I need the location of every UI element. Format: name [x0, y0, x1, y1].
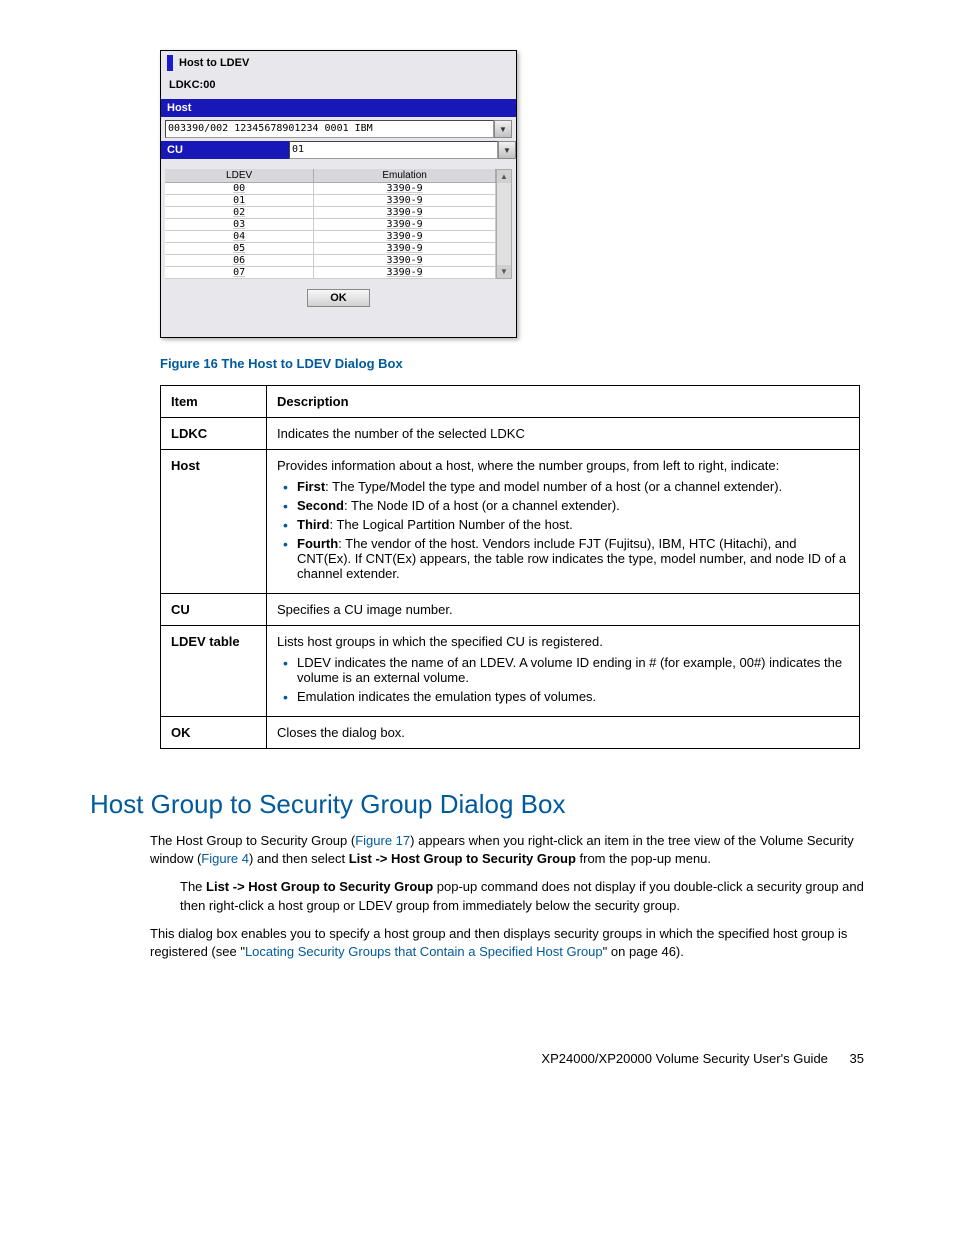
table-row[interactable]: 073390-9 [165, 267, 496, 279]
desc-cu: Specifies a CU image number. [267, 594, 860, 626]
item-host: Host [161, 450, 267, 594]
desc-host: Provides information about a host, where… [267, 450, 860, 594]
page-footer: XP24000/XP20000 Volume Security User's G… [90, 1051, 864, 1066]
table-row: LDEV table Lists host groups in which th… [161, 626, 860, 717]
ldkc-label: LDKC:00 [161, 75, 516, 99]
list-item: Second: The Node ID of a host (or a chan… [297, 498, 849, 513]
table-row: OK Closes the dialog box. [161, 717, 860, 749]
item-cu: CU [161, 594, 267, 626]
emulation-col-header: Emulation [314, 169, 496, 183]
cu-select-value: 01 [289, 141, 498, 159]
cu-select-row[interactable]: 01 ▼ [289, 141, 516, 159]
host-header: Host [161, 99, 516, 117]
scrollbar[interactable]: ▲ ▼ [496, 169, 512, 279]
dropdown-icon[interactable]: ▼ [498, 141, 516, 159]
dropdown-icon[interactable]: ▼ [494, 120, 512, 138]
table-row[interactable]: 063390-9 [165, 255, 496, 267]
table-row[interactable]: 013390-9 [165, 195, 496, 207]
link-figure4[interactable]: Figure 4 [201, 851, 249, 866]
table-row: Host Provides information about a host, … [161, 450, 860, 594]
host-select-row[interactable]: 003390/002 12345678901234 0001 IBM ▼ [161, 117, 516, 141]
ok-button[interactable]: OK [307, 289, 370, 307]
cu-header: CU [161, 141, 289, 159]
desc-ok: Closes the dialog box. [267, 717, 860, 749]
link-figure17[interactable]: Figure 17 [355, 833, 410, 848]
dialog-title: Host to LDEV [179, 57, 249, 69]
table-row[interactable]: 053390-9 [165, 243, 496, 255]
ldev-col-header: LDEV [165, 169, 314, 183]
item-ldev-table: LDEV table [161, 626, 267, 717]
host-to-ldev-dialog: Host to LDEV LDKC:00 Host 003390/002 123… [160, 50, 517, 338]
body-paragraph: This dialog box enables you to specify a… [150, 925, 864, 961]
description-table: Item Description LDKC Indicates the numb… [160, 385, 860, 749]
link-locating-security-groups[interactable]: Locating Security Groups that Contain a … [245, 944, 603, 959]
item-ldkc: LDKC [161, 418, 267, 450]
list-item: First: The Type/Model the type and model… [297, 479, 849, 494]
table-row[interactable]: 043390-9 [165, 231, 496, 243]
table-row[interactable]: 033390-9 [165, 219, 496, 231]
item-ok: OK [161, 717, 267, 749]
desc-col-description: Description [267, 386, 860, 418]
section-heading: Host Group to Security Group Dialog Box [90, 789, 864, 820]
desc-col-item: Item [161, 386, 267, 418]
table-row[interactable]: 003390-9 [165, 183, 496, 195]
body-paragraph-note: The List -> Host Group to Security Group… [180, 878, 864, 914]
dialog-titlebar: Host to LDEV [161, 51, 516, 75]
desc-ldev-table: Lists host groups in which the specified… [267, 626, 860, 717]
body-paragraph: The Host Group to Security Group (Figure… [150, 832, 864, 868]
desc-ldkc: Indicates the number of the selected LDK… [267, 418, 860, 450]
footer-title: XP24000/XP20000 Volume Security User's G… [541, 1051, 827, 1066]
scroll-down-icon[interactable]: ▼ [497, 265, 511, 278]
list-item: Fourth: The vendor of the host. Vendors … [297, 536, 849, 581]
page-number: 35 [850, 1051, 864, 1066]
table-row: CU Specifies a CU image number. [161, 594, 860, 626]
host-select-value: 003390/002 12345678901234 0001 IBM [165, 120, 494, 138]
list-item: Emulation indicates the emulation types … [297, 689, 849, 704]
list-item: Third: The Logical Partition Number of t… [297, 517, 849, 532]
table-row: LDKC Indicates the number of the selecte… [161, 418, 860, 450]
table-row[interactable]: 023390-9 [165, 207, 496, 219]
ldev-table: LDEV Emulation 003390-9 013390-9 023390-… [165, 169, 496, 279]
title-accent [167, 55, 173, 71]
figure-caption: Figure 16 The Host to LDEV Dialog Box [160, 356, 864, 371]
list-item: LDEV indicates the name of an LDEV. A vo… [297, 655, 849, 685]
scroll-up-icon[interactable]: ▲ [497, 170, 511, 183]
